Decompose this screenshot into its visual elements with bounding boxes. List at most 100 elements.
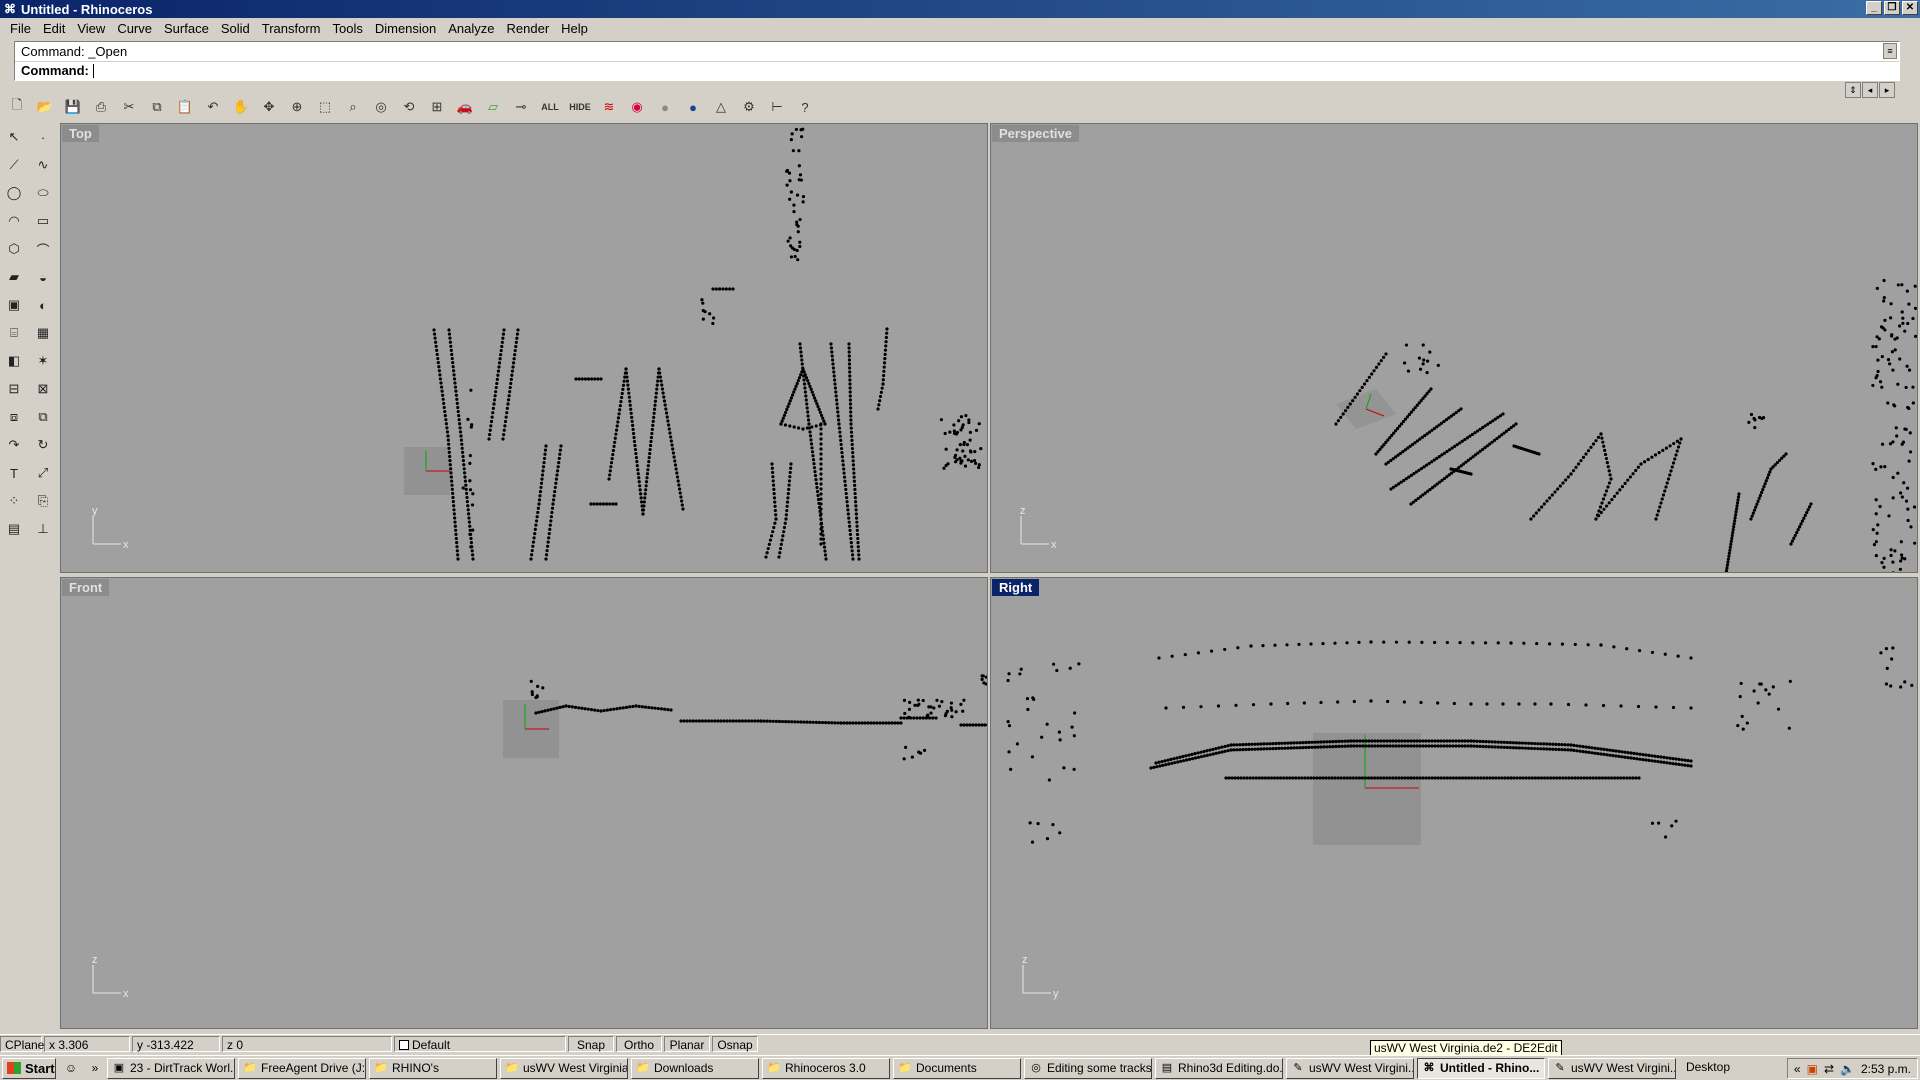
status-osnap[interactable]: Osnap	[712, 1035, 758, 1052]
select-icon[interactable]: ↖	[1, 124, 27, 150]
print-icon[interactable]: ⎙	[88, 95, 114, 119]
ruler-icon[interactable]: ⊥	[30, 516, 56, 542]
status-snap[interactable]: Snap	[568, 1035, 614, 1052]
task-button[interactable]: ✎ usWV West Virgini...	[1548, 1057, 1676, 1079]
status-cplane[interactable]: CPlane	[0, 1035, 44, 1052]
points-on-icon[interactable]: ⁘	[1, 488, 27, 514]
join-icon[interactable]: ⊠	[30, 376, 56, 402]
network-icon[interactable]: ⇄	[1824, 1062, 1834, 1076]
layout-icon[interactable]: ▤	[1, 516, 27, 542]
task-button[interactable]: 📁 usWV West Virginia	[500, 1057, 628, 1079]
viewport-front[interactable]: zx Front	[60, 577, 988, 1029]
status-layer[interactable]: Default	[394, 1035, 566, 1052]
box-icon[interactable]: ▣	[1, 292, 27, 318]
task-button[interactable]: ▤ Rhino3d Editing.do...	[1155, 1057, 1283, 1079]
analyze-icon[interactable]: ◧	[1, 348, 27, 374]
explode-icon[interactable]: ✶	[30, 348, 56, 374]
nav-left-icon[interactable]: ◂	[1862, 82, 1878, 98]
zoom-window-icon[interactable]: ⬚	[312, 95, 338, 119]
menu-render[interactable]: Render	[501, 21, 556, 36]
start-button[interactable]: Start	[2, 1057, 56, 1079]
task-button[interactable]: 📁 Documents	[893, 1057, 1021, 1079]
move-icon[interactable]: ↷	[1, 432, 27, 458]
pan-icon[interactable]: ✋	[228, 95, 254, 119]
light-icon[interactable]: △	[708, 95, 734, 119]
text-icon[interactable]: T	[1, 460, 27, 486]
status-ortho[interactable]: Ortho	[616, 1035, 662, 1052]
show-all-icon[interactable]: ALL	[536, 95, 564, 119]
help-icon[interactable]: ?	[792, 95, 818, 119]
close-button[interactable]: ✕	[1902, 1, 1918, 15]
zoom-icon[interactable]: ⊕	[284, 95, 310, 119]
viewport-title-front[interactable]: Front	[62, 579, 110, 596]
restore-button[interactable]: ❐	[1884, 1, 1900, 15]
viewport-perspective[interactable]: zx Perspective	[990, 123, 1918, 573]
point-icon[interactable]: ·	[30, 124, 56, 150]
desktop-toolbar-label[interactable]: Desktop	[1686, 1060, 1730, 1074]
hide-icon[interactable]: HIDE	[566, 95, 594, 119]
zoom-extents-icon[interactable]: ⌕	[340, 95, 366, 119]
open-icon[interactable]: 📂	[32, 95, 58, 119]
menu-transform[interactable]: Transform	[256, 21, 327, 36]
layers-icon[interactable]: ≋	[596, 95, 622, 119]
rotate-icon[interactable]: ✥	[256, 95, 282, 119]
menu-curve[interactable]: Curve	[111, 21, 158, 36]
task-button[interactable]: 📁 Downloads	[631, 1057, 759, 1079]
volume-icon[interactable]: 🔈	[1840, 1062, 1855, 1076]
task-button[interactable]: ◎ Editing some tracks...	[1024, 1057, 1152, 1079]
menu-file[interactable]: File	[4, 21, 37, 36]
tray-app-icon[interactable]: ▣	[1807, 1062, 1818, 1076]
show-icon[interactable]: ⊸	[508, 95, 534, 119]
options-icon[interactable]: ⚙	[736, 95, 762, 119]
task-button[interactable]: ✎ usWV West Virgini...	[1286, 1057, 1414, 1079]
viewport-title-top[interactable]: Top	[62, 125, 99, 142]
mesh-icon[interactable]: ▦	[30, 320, 56, 346]
menu-tools[interactable]: Tools	[326, 21, 368, 36]
menu-view[interactable]: View	[71, 21, 111, 36]
render-icon[interactable]: ●	[680, 95, 706, 119]
rotate-tool-icon[interactable]: ↻	[30, 432, 56, 458]
menu-dimension[interactable]: Dimension	[369, 21, 442, 36]
top-view-canvas[interactable]: yx	[61, 124, 988, 573]
fillet-icon[interactable]: ⌒	[30, 236, 56, 262]
group-icon[interactable]: ⧈	[1, 404, 27, 430]
status-planar[interactable]: Planar	[664, 1035, 710, 1052]
curve-icon[interactable]: ∿	[30, 152, 56, 178]
cut-icon[interactable]: ✂	[116, 95, 142, 119]
four-viewports-icon[interactable]: ⊞	[424, 95, 450, 119]
polygon-icon[interactable]: ⬡	[1, 236, 27, 262]
array-icon[interactable]: ⧉	[30, 404, 56, 430]
grid-icon[interactable]: ▱	[480, 95, 506, 119]
redraw-icon[interactable]: ⟲	[396, 95, 422, 119]
zoom-selected-icon[interactable]: ◎	[368, 95, 394, 119]
front-view-canvas[interactable]: zx	[61, 578, 988, 1029]
right-view-canvas[interactable]: zy	[991, 578, 1918, 1029]
cylinder-icon[interactable]: ⌸	[1, 320, 27, 346]
rectangle-icon[interactable]: ▭	[30, 208, 56, 234]
paste-icon[interactable]: 📋	[172, 95, 198, 119]
car-icon[interactable]: 🚗	[452, 95, 478, 119]
viewport-top[interactable]: yx Top	[60, 123, 988, 573]
task-button[interactable]: 📁 RHINO's	[369, 1057, 497, 1079]
viewport-title-perspective[interactable]: Perspective	[992, 125, 1079, 142]
edit-points-icon[interactable]: ⎘	[30, 488, 56, 514]
undo-icon[interactable]: ↶	[200, 95, 226, 119]
task-button[interactable]: 📁 FreeAgent Drive (J:)	[238, 1057, 366, 1079]
boolean-icon[interactable]: ◐	[30, 292, 56, 318]
task-button[interactable]: 📁 Rhinoceros 3.0	[762, 1057, 890, 1079]
command-history-scroll[interactable]: ≡	[1883, 43, 1897, 59]
arc-icon[interactable]: ◠	[1, 208, 27, 234]
perspective-view-canvas[interactable]: zx	[991, 124, 1918, 573]
menu-help[interactable]: Help	[555, 21, 594, 36]
tray-expand-icon[interactable]: «	[1794, 1062, 1801, 1076]
shade-icon[interactable]: ●	[652, 95, 678, 119]
menu-surface[interactable]: Surface	[158, 21, 215, 36]
quick-launch-more[interactable]: »	[86, 1059, 104, 1077]
menu-edit[interactable]: Edit	[37, 21, 71, 36]
minimize-button[interactable]: _	[1866, 1, 1882, 15]
task-button[interactable]: ▣ 23 - DirtTrack Worl...	[107, 1057, 235, 1079]
viewport-title-right[interactable]: Right	[992, 579, 1040, 596]
copy-icon[interactable]: ⧉	[144, 95, 170, 119]
split-icon[interactable]: ⊟	[1, 376, 27, 402]
loft-icon[interactable]: ◒	[30, 264, 56, 290]
